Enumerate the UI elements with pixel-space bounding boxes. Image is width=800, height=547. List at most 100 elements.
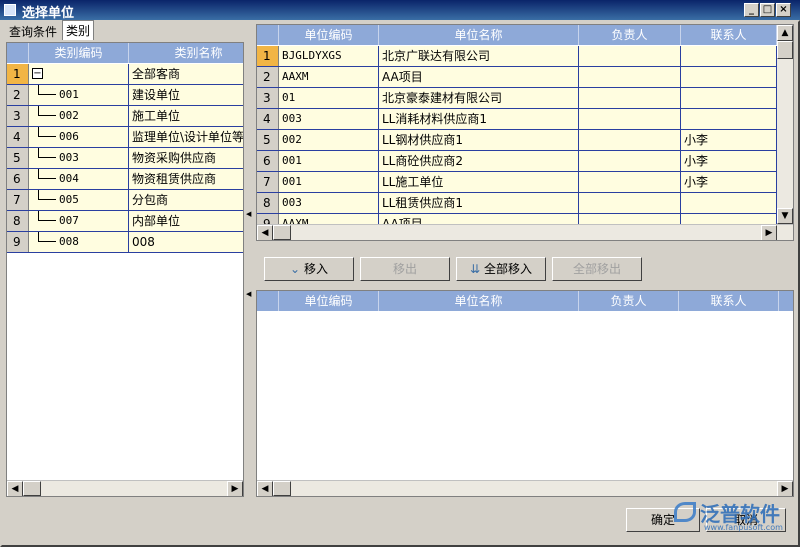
category-hscrollbar[interactable]: ◀ ▶ — [7, 480, 243, 496]
category-name-cell: 物资采购供应商 — [129, 148, 243, 168]
category-row[interactable]: 4 006 监理单位\设计单位等 — [7, 127, 243, 148]
brand-logo-icon — [674, 502, 696, 522]
category-name-cell: 内部单位 — [129, 211, 243, 231]
unit-row[interactable]: 3 01 北京豪泰建材有限公司 — [257, 88, 777, 109]
scroll-left-icon[interactable]: ◀ — [7, 481, 23, 496]
row-number: 8 — [257, 193, 279, 213]
splitter-arrow-icon[interactable]: ◀ — [246, 290, 251, 298]
row-number-header — [257, 25, 279, 45]
scroll-up-icon[interactable]: ▲ — [777, 25, 793, 41]
tree-line — [38, 169, 56, 179]
scroll-down-icon[interactable]: ▼ — [777, 208, 793, 224]
row-number: 7 — [257, 172, 279, 192]
header-unit-name[interactable]: 单位名称 — [379, 291, 579, 311]
category-name-cell: 全部客商 — [129, 64, 243, 84]
brand-url: www.fanpusoft.com — [704, 523, 783, 532]
category-row[interactable]: 5 003 物资采购供应商 — [7, 148, 243, 169]
category-row[interactable]: 7 005 分包商 — [7, 190, 243, 211]
category-row[interactable]: 9 008 008 — [7, 232, 243, 253]
chevron-down-icon: ⌄ — [290, 262, 301, 276]
header-unit-name[interactable]: 单位名称 — [379, 25, 579, 45]
row-number: 5 — [257, 130, 279, 150]
header-unit-code[interactable]: 单位编码 — [279, 291, 379, 311]
tree-line — [38, 85, 56, 95]
unit-grid-header: 单位编码 单位名称 负责人 联系人 — [257, 25, 777, 45]
category-code-cell: 004 — [29, 169, 129, 189]
tree-line — [38, 190, 56, 200]
scroll-left-icon[interactable]: ◀ — [257, 481, 273, 496]
category-row[interactable]: 3 002 施工单位 — [7, 106, 243, 127]
header-category-code[interactable]: 类别编码 — [29, 43, 129, 63]
header-owner[interactable]: 负责人 — [579, 291, 679, 311]
scroll-left-icon[interactable]: ◀ — [257, 225, 273, 240]
move-all-in-button[interactable]: ⇊ 全部移入 — [456, 257, 546, 281]
tree-line — [38, 148, 56, 158]
header-category-name[interactable]: 类别名称 — [129, 43, 243, 63]
move-all-in-label: 全部移入 — [483, 262, 532, 276]
header-unit-code[interactable]: 单位编码 — [279, 25, 379, 45]
move-all-out-label: 全部移出 — [572, 262, 621, 276]
category-code-cell: − — [29, 64, 129, 84]
category-row[interactable]: 8 007 内部单位 — [7, 211, 243, 232]
unit-name-cell: 北京广联达有限公司 — [379, 46, 579, 66]
category-row[interactable]: 6 004 物资租赁供应商 — [7, 169, 243, 190]
category-name-cell: 分包商 — [129, 190, 243, 210]
tab-query-conditions[interactable]: 查询条件 — [6, 22, 60, 40]
move-all-out-button[interactable]: 全部移出 — [552, 257, 642, 281]
row-number: 1 — [7, 64, 29, 84]
scroll-thumb[interactable] — [273, 481, 291, 496]
contact-cell: 小李 — [681, 130, 777, 150]
unit-row[interactable]: 2 AAXM AA项目 — [257, 67, 777, 88]
row-number: 8 — [7, 211, 29, 231]
unit-row[interactable]: 1 BJGLDYXGS 北京广联达有限公司 — [257, 46, 777, 67]
category-name-cell: 施工单位 — [129, 106, 243, 126]
contact-cell: 小李 — [681, 172, 777, 192]
scroll-thumb[interactable] — [273, 225, 291, 240]
unit-hscrollbar[interactable]: ◀ ▶ — [257, 224, 793, 240]
close-button[interactable]: × — [776, 3, 791, 17]
owner-cell — [579, 130, 681, 150]
unit-row[interactable]: 4 003 LL消耗材料供应商1 — [257, 109, 777, 130]
row-number: 3 — [7, 106, 29, 126]
category-name-cell: 008 — [129, 232, 243, 252]
unit-row[interactable]: 8 003 LL租赁供应商1 — [257, 193, 777, 214]
scroll-right-icon[interactable]: ▶ — [227, 481, 243, 496]
scroll-right-icon[interactable]: ▶ — [777, 481, 793, 496]
unit-code-cell: BJGLDYXGS — [279, 46, 379, 66]
owner-cell — [579, 151, 681, 171]
tab-category[interactable]: 类别 — [62, 20, 95, 40]
move-in-button[interactable]: ⌄ 移入 — [264, 257, 354, 281]
splitter-arrow-icon[interactable]: ◀ — [246, 210, 251, 218]
header-owner[interactable]: 负责人 — [579, 25, 681, 45]
minimize-button[interactable]: _ — [744, 3, 759, 17]
move-out-button[interactable]: 移出 — [360, 257, 450, 281]
maximize-button[interactable]: □ — [760, 3, 775, 17]
collapse-icon[interactable]: − — [32, 68, 43, 79]
unit-row[interactable]: 5 002 LL钢材供应商1 小李 — [257, 130, 777, 151]
selected-hscrollbar[interactable]: ◀ ▶ — [257, 480, 793, 496]
owner-cell — [579, 109, 681, 129]
header-contact[interactable]: 联系人 — [681, 25, 777, 45]
vertical-splitter[interactable]: ◀ ◀ — [245, 210, 251, 300]
unit-row[interactable]: 7 001 LL施工单位 小李 — [257, 172, 777, 193]
row-number: 4 — [7, 127, 29, 147]
category-row[interactable]: 1− 全部客商 — [7, 64, 243, 85]
selected-unit-grid: 单位编码 单位名称 负责人 联系人 ◀ ▶ — [256, 290, 794, 497]
scroll-thumb[interactable] — [23, 481, 41, 496]
unit-name-cell: AA项目 — [379, 67, 579, 87]
category-code: 002 — [59, 109, 79, 122]
scroll-right-icon[interactable]: ▶ — [761, 225, 777, 240]
category-code-cell: 007 — [29, 211, 129, 231]
scroll-thumb[interactable] — [777, 41, 793, 59]
unit-name-cell: LL施工单位 — [379, 172, 579, 192]
tree-line — [38, 211, 56, 221]
unit-vscrollbar[interactable]: ▲ ▼ — [777, 25, 793, 224]
selected-grid-header: 单位编码 单位名称 负责人 联系人 — [257, 291, 793, 311]
unit-row[interactable]: 6 001 LL商砼供应商2 小李 — [257, 151, 777, 172]
category-code: 003 — [59, 151, 79, 164]
header-contact[interactable]: 联系人 — [679, 291, 779, 311]
unit-name-cell: LL消耗材料供应商1 — [379, 109, 579, 129]
category-row[interactable]: 2 001 建设单位 — [7, 85, 243, 106]
tree-line — [38, 106, 56, 116]
owner-cell — [579, 88, 681, 108]
